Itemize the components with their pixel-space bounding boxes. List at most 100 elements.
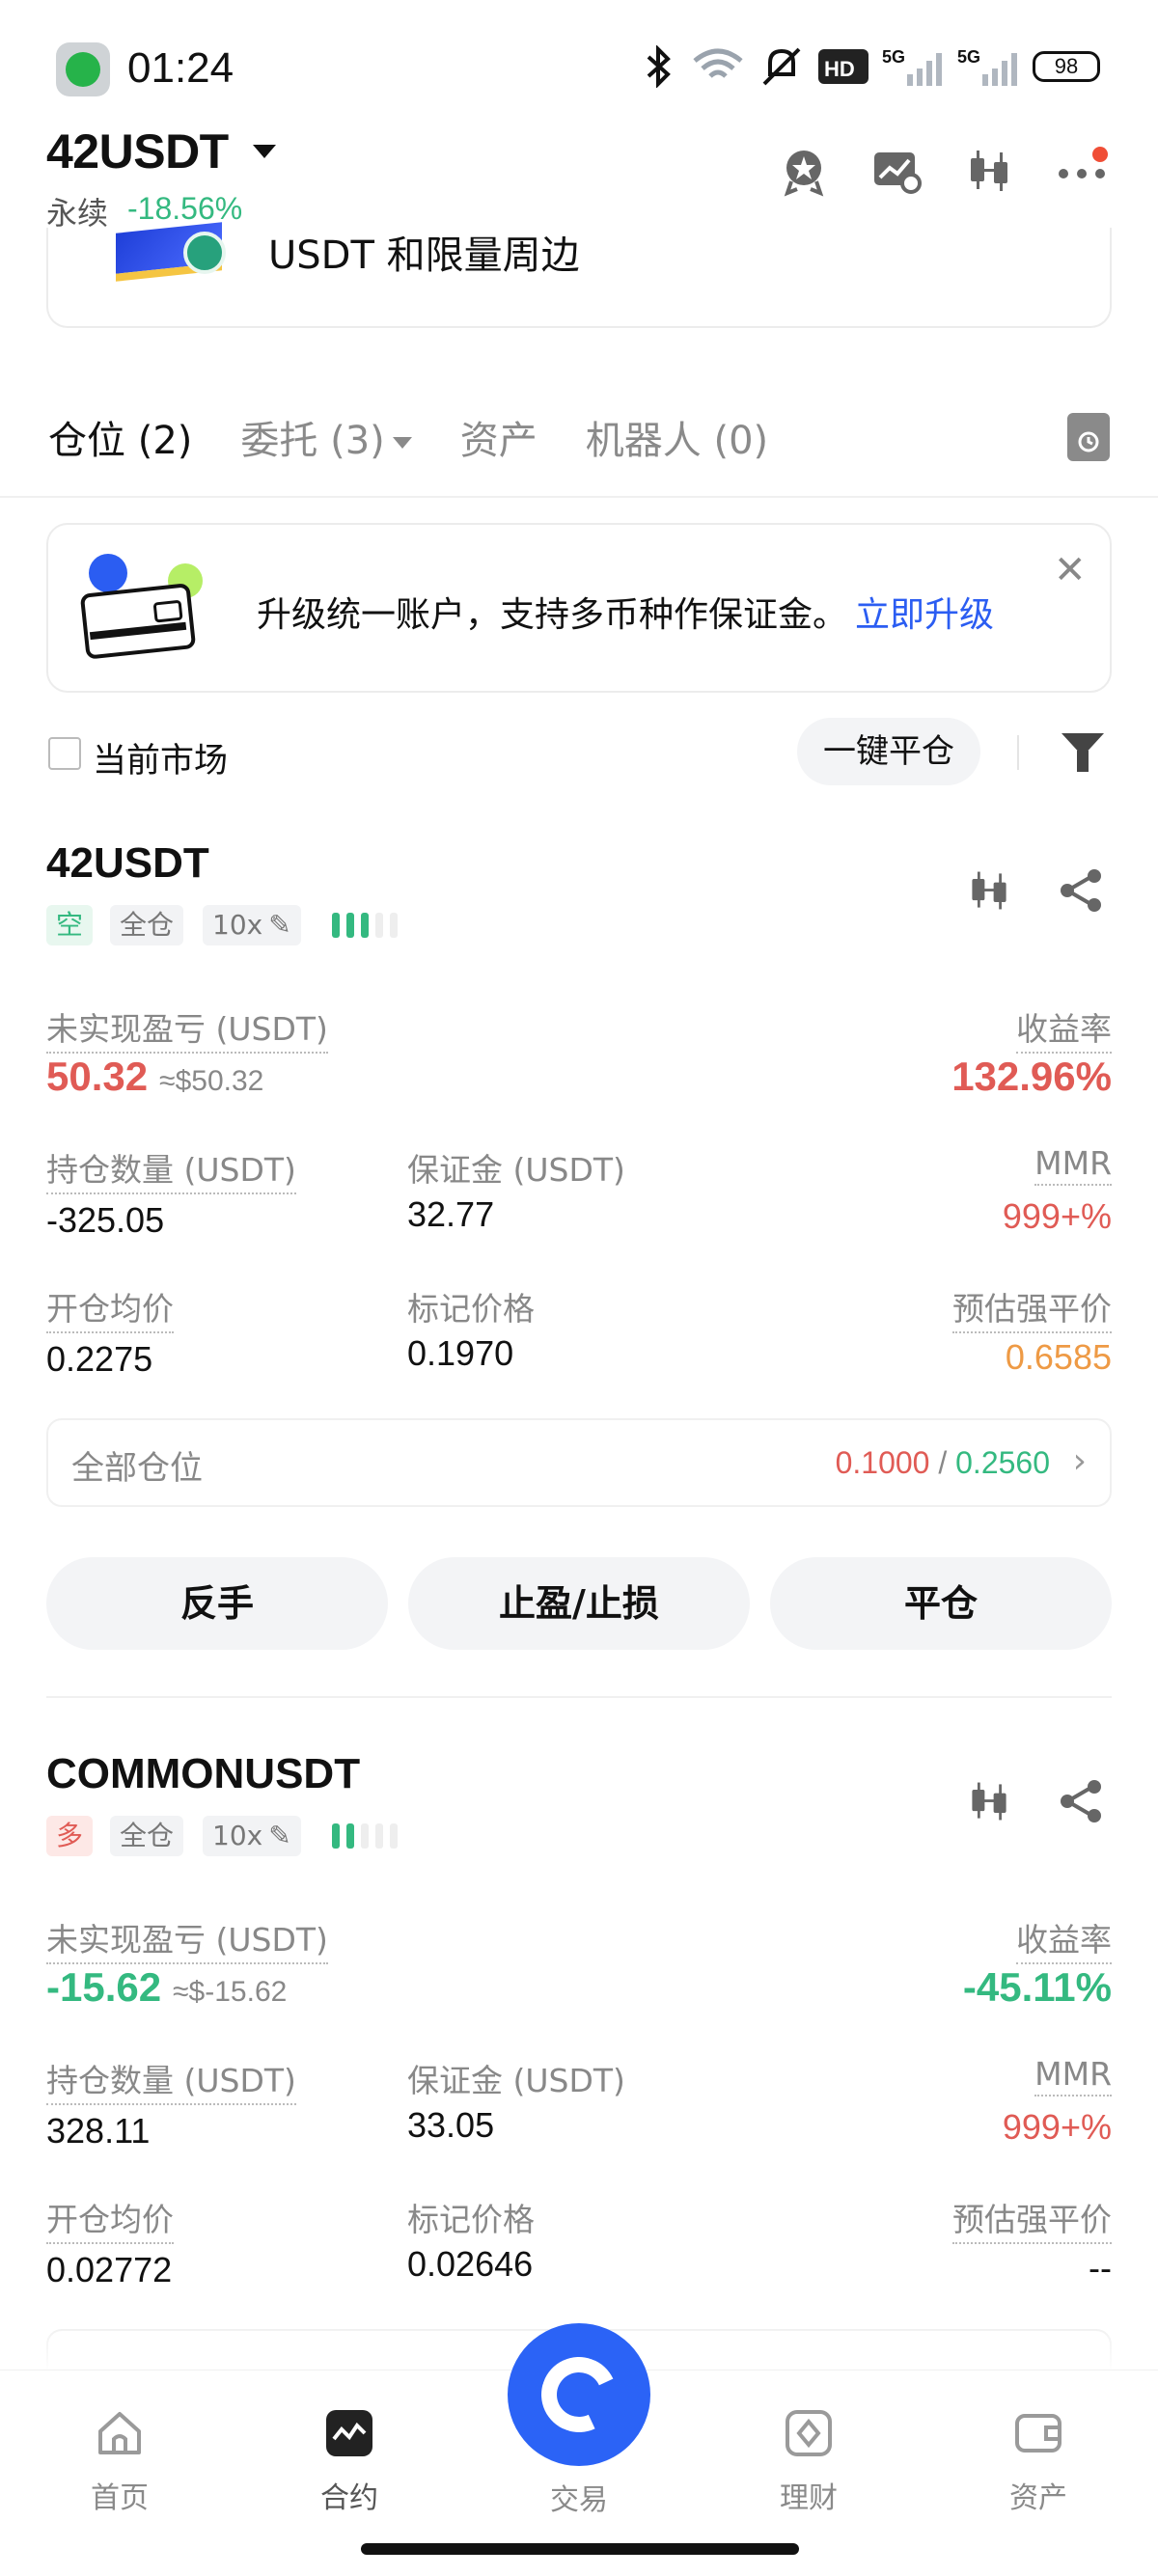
size-value: -325.05 bbox=[46, 1200, 165, 1240]
size-value: 328.11 bbox=[46, 2111, 151, 2151]
position-tabs: 仓位 (2) 委托 (3) 资产 机器人 (0) bbox=[48, 409, 768, 465]
mmr-value: 999+% bbox=[1002, 2107, 1112, 2147]
upgrade-message: 升级统一账户，支持多币种作保证金。 立即升级 bbox=[257, 587, 994, 637]
phone-icon bbox=[66, 52, 100, 87]
upgrade-text: 升级统一账户，支持多币种作保证金。 bbox=[257, 595, 848, 635]
home-icon bbox=[98, 2412, 141, 2454]
svg-text:HD: HD bbox=[824, 57, 855, 81]
side-badge: 多 bbox=[46, 1816, 94, 1856]
tp-value: 0.1000 bbox=[835, 1445, 930, 1480]
trade-button[interactable] bbox=[508, 2323, 650, 2466]
upgrade-link[interactable]: 立即升级 bbox=[855, 595, 994, 635]
roe-value: 132.96% bbox=[951, 1054, 1112, 1099]
current-market-checkbox[interactable] bbox=[48, 737, 81, 770]
usdt-coin-icon bbox=[183, 232, 226, 274]
bluetooth-icon bbox=[647, 45, 671, 88]
margin-mode-badge: 全仓 bbox=[110, 905, 184, 945]
reverse-button[interactable]: 反手 bbox=[46, 1557, 388, 1650]
nav-label: 交易 bbox=[550, 2483, 608, 2517]
chart-settings-icon[interactable] bbox=[870, 145, 923, 197]
entry-label: 开仓均价 bbox=[46, 2194, 174, 2244]
caret-down-icon[interactable] bbox=[253, 145, 276, 158]
upnl-value: -15.62 ≈$-15.62 bbox=[46, 1964, 287, 2011]
tab-assets[interactable]: 资产 bbox=[460, 409, 538, 465]
tab-bots[interactable]: 机器人 (0) bbox=[586, 409, 768, 465]
risk-level-bars bbox=[332, 1823, 398, 1849]
home-indicator[interactable] bbox=[361, 2543, 799, 2555]
wifi-icon bbox=[693, 48, 743, 78]
svg-text:5G: 5G bbox=[957, 47, 980, 67]
nav-label: 资产 bbox=[1009, 2481, 1067, 2515]
nav-earn[interactable]: 理财 bbox=[741, 2408, 876, 2516]
earn-icon bbox=[786, 2410, 832, 2456]
share-icon[interactable] bbox=[1058, 866, 1106, 915]
margin-label: 保证金 (USDT) bbox=[407, 2062, 625, 2099]
mute-icon bbox=[762, 47, 801, 86]
share-icon[interactable] bbox=[1058, 1777, 1106, 1825]
mark-label: 标记价格 bbox=[407, 1290, 535, 1328]
nav-label: 理财 bbox=[780, 2481, 838, 2515]
margin-mode-badge: 全仓 bbox=[110, 1816, 184, 1856]
battery-indicator: 98 bbox=[1033, 51, 1100, 82]
divider bbox=[1017, 735, 1019, 770]
current-market-label[interactable]: 当前市场 bbox=[93, 733, 228, 782]
position-symbol[interactable]: 42USDT bbox=[46, 839, 209, 888]
roe-label: 收益率 bbox=[1016, 1003, 1112, 1054]
risk-level-bars bbox=[332, 913, 398, 938]
candlestick-icon[interactable] bbox=[963, 145, 1015, 197]
entry-value: 0.02772 bbox=[46, 2250, 173, 2289]
nav-assets[interactable]: 资产 bbox=[971, 2408, 1106, 2516]
award-icon[interactable] bbox=[778, 145, 830, 197]
liq-value: 0.6585 bbox=[1005, 1337, 1112, 1377]
nav-label: 首页 bbox=[91, 2481, 149, 2515]
close-icon[interactable]: ✕ bbox=[1054, 548, 1087, 592]
close-position-button[interactable]: 平仓 bbox=[770, 1557, 1112, 1650]
trade-logo-icon bbox=[531, 2346, 627, 2443]
liq-value: -- bbox=[1089, 2248, 1112, 2288]
signal-5g-icon: 5G bbox=[882, 47, 942, 86]
all-positions-row[interactable]: 全部仓位 0.1000 / 0.2560 › bbox=[46, 1418, 1112, 1507]
edit-icon: ✎ bbox=[268, 1820, 291, 1851]
price-change: -18.56% bbox=[127, 191, 243, 226]
status-icons: HD 5G 5G 98 bbox=[639, 42, 1100, 91]
leverage-badge[interactable]: 10x ✎ bbox=[203, 905, 301, 945]
mark-value: 0.1970 bbox=[407, 1333, 514, 1373]
margin-value: 33.05 bbox=[407, 2105, 495, 2145]
roe-value: -45.11% bbox=[962, 1964, 1112, 2010]
nav-futures[interactable]: 合约 bbox=[282, 2408, 417, 2516]
hd-icon: HD bbox=[818, 49, 868, 84]
liq-label: 预估强平价 bbox=[952, 1283, 1112, 1333]
leverage-badge[interactable]: 10x ✎ bbox=[203, 1816, 301, 1856]
upnl-value: 50.32 ≈$50.32 bbox=[46, 1054, 263, 1100]
position-symbol[interactable]: COMMONUSDT bbox=[46, 1750, 360, 1798]
tab-orders[interactable]: 委托 (3) bbox=[240, 409, 412, 465]
tab-positions[interactable]: 仓位 (2) bbox=[48, 409, 192, 465]
tab-orders-label: 委托 (3) bbox=[240, 419, 385, 463]
status-time: 01:24 bbox=[127, 44, 234, 92]
entry-value: 0.2275 bbox=[46, 1339, 153, 1379]
wallet-nav-icon bbox=[1015, 2414, 1062, 2453]
svg-text:5G: 5G bbox=[882, 47, 905, 67]
tp-sl-button[interactable]: 止盈/止损 bbox=[408, 1557, 750, 1650]
edit-icon: ✎ bbox=[268, 909, 291, 941]
mmr-label: MMR bbox=[1034, 1144, 1112, 1186]
candlestick-icon[interactable] bbox=[965, 1777, 1013, 1825]
nav-home[interactable]: 首页 bbox=[52, 2408, 187, 2516]
chevron-right-icon: › bbox=[1072, 1441, 1087, 1481]
document-icon[interactable] bbox=[1067, 413, 1110, 461]
upnl-label: 未实现盈亏 (USDT) bbox=[46, 1003, 328, 1054]
caret-down-icon bbox=[392, 437, 412, 449]
upnl-usd: ≈$50.32 bbox=[159, 1065, 264, 1097]
candlestick-icon[interactable] bbox=[965, 866, 1013, 915]
mark-value: 0.02646 bbox=[407, 2244, 534, 2284]
all-positions-label: 全部仓位 bbox=[71, 1449, 203, 1488]
size-label: 持仓数量 (USDT) bbox=[46, 2055, 296, 2105]
filter-icon-stem bbox=[1077, 751, 1089, 772]
mmr-value: 999+% bbox=[1002, 1196, 1112, 1236]
signal-5g-icon-2: 5G bbox=[957, 47, 1017, 86]
close-all-button[interactable]: 一键平仓 bbox=[797, 718, 980, 785]
liq-label: 预估强平价 bbox=[952, 2194, 1112, 2244]
upnl-number: -15.62 bbox=[46, 1964, 162, 2010]
mark-label: 标记价格 bbox=[407, 2201, 535, 2238]
pair-title[interactable]: 42USDT bbox=[46, 123, 229, 179]
